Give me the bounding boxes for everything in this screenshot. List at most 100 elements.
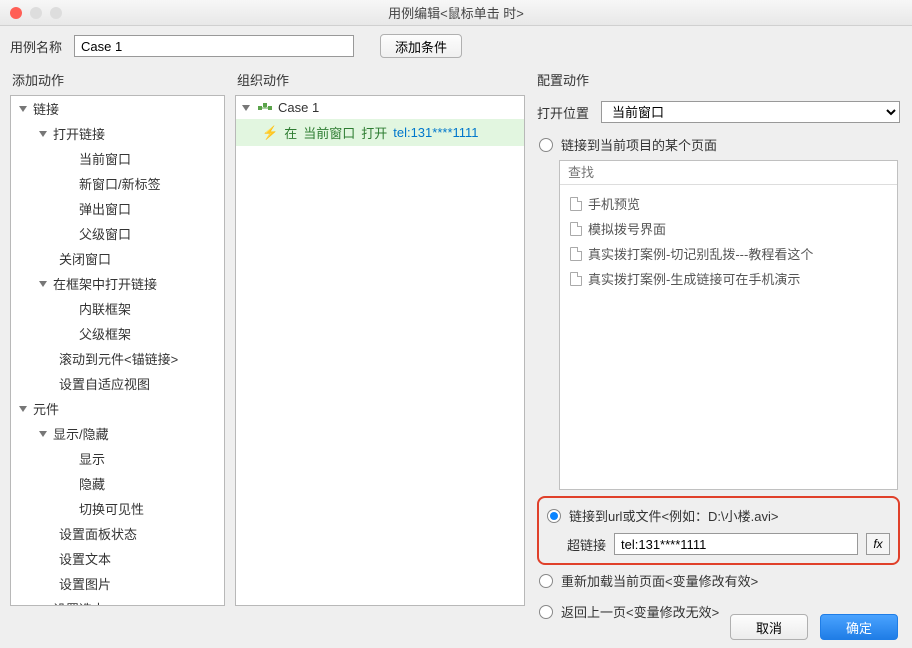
close-window-button[interactable]	[10, 7, 22, 19]
caret-down-icon	[19, 406, 27, 412]
pages-search-input[interactable]	[560, 161, 897, 185]
tree-item-scroll-anchor[interactable]: 滚动到元件<锚链接>	[11, 346, 224, 371]
radio-back-label: 返回上一页<变量修改无效>	[561, 602, 719, 621]
tree-item-set-image[interactable]: 设置图片	[11, 571, 224, 596]
fx-button[interactable]: fx	[866, 533, 890, 555]
tree-group-open-link[interactable]: 打开链接	[11, 121, 224, 146]
page-list[interactable]: 手机预览 模拟拨号界面 真实拨打案例-切记别乱拨---教程看这个 真实拨打案例-…	[560, 185, 897, 489]
open-location-select[interactable]: 当前窗口	[601, 101, 900, 123]
tree-label: 滚动到元件<锚链接>	[59, 349, 178, 368]
minimize-window-button[interactable]	[30, 7, 42, 19]
radio-link-url-label: 链接到url或文件<例如：D:\小楼.avi>	[569, 506, 778, 525]
radio-reload-label: 重新加载当前页面<变量修改有效>	[561, 571, 758, 590]
bolt-icon: ⚡	[262, 125, 278, 141]
page-item[interactable]: 真实拨打案例-切记别乱拨---教程看这个	[566, 241, 891, 266]
action-pre: 在	[284, 123, 297, 142]
tree-item-panel-state[interactable]: 设置面板状态	[11, 521, 224, 546]
page-item[interactable]: 真实拨打案例-生成链接可在手机演示	[566, 266, 891, 291]
tree-label: 链接	[33, 99, 59, 118]
page-item-label: 手机预览	[588, 194, 640, 213]
cancel-button[interactable]: 取消	[730, 614, 808, 640]
radio-link-page-label: 链接到当前项目的某个页面	[561, 135, 717, 154]
tree-label: 显示	[79, 449, 105, 468]
tree-group-links[interactable]: 链接	[11, 96, 224, 121]
page-item[interactable]: 手机预览	[566, 191, 891, 216]
caret-down-icon	[242, 105, 250, 111]
tree-item-close-window[interactable]: 关闭窗口	[11, 246, 224, 271]
page-icon	[570, 272, 582, 286]
tree-label: 父级窗口	[79, 224, 131, 243]
tree-group-open-in-frame[interactable]: 在框架中打开链接	[11, 271, 224, 296]
action-target: tel:131****1111	[393, 125, 478, 140]
page-icon	[570, 247, 582, 261]
tree-item-toggle-visibility[interactable]: 切换可见性	[11, 496, 224, 521]
tree-item-hide[interactable]: 隐藏	[11, 471, 224, 496]
radio-reload-row[interactable]: 重新加载当前页面<变量修改有效>	[535, 565, 902, 596]
action-where: 当前窗口	[303, 123, 355, 142]
tree-label: 当前窗口	[79, 149, 131, 168]
open-location-row: 打开位置 当前窗口	[535, 95, 902, 129]
organize-panel[interactable]: Case 1 ⚡ 在 当前窗口 打开 tel:131****1111	[235, 95, 525, 606]
radio-icon[interactable]	[539, 605, 553, 619]
radio-icon[interactable]	[539, 138, 553, 152]
caret-down-icon	[39, 131, 47, 137]
open-location-label: 打开位置	[537, 103, 593, 122]
right-panel-label: 配置动作	[535, 66, 902, 95]
action-row[interactable]: ⚡ 在 当前窗口 打开 tel:131****1111	[236, 119, 524, 146]
page-item[interactable]: 模拟拨号界面	[566, 216, 891, 241]
tree-item-adaptive-view[interactable]: 设置自适应视图	[11, 371, 224, 396]
tree-label: 新窗口/新标签	[79, 174, 161, 193]
tree-label: 打开链接	[53, 124, 105, 143]
add-condition-button[interactable]: 添加条件	[380, 34, 462, 58]
mid-panel-label: 组织动作	[235, 66, 525, 95]
page-icon	[570, 197, 582, 211]
tree-label: 父级框架	[79, 324, 131, 343]
action-verb: 打开	[361, 123, 387, 142]
case-icon	[258, 103, 272, 113]
tree-item-set-text[interactable]: 设置文本	[11, 546, 224, 571]
actions-tree[interactable]: 链接 打开链接 当前窗口 新窗口/新标签 弹出窗口 父级窗口 关闭窗口 在框架中…	[10, 95, 225, 606]
tree-label: 元件	[33, 399, 59, 418]
tree-label: 设置面板状态	[59, 524, 137, 543]
tree-item-new-window[interactable]: 新窗口/新标签	[11, 171, 224, 196]
tree-label: 内联框架	[79, 299, 131, 318]
tree-group-showhide[interactable]: 显示/隐藏	[11, 421, 224, 446]
tree-item-parent-frame[interactable]: 父级框架	[11, 321, 224, 346]
page-item-label: 真实拨打案例-切记别乱拨---教程看这个	[588, 244, 813, 263]
ok-button[interactable]: 确定	[820, 614, 898, 640]
radio-icon[interactable]	[539, 574, 553, 588]
hyperlink-row: 超链接 fx	[547, 533, 890, 555]
radio-link-page-row[interactable]: 链接到当前项目的某个页面	[535, 129, 902, 160]
tree-item-parent-window[interactable]: 父级窗口	[11, 221, 224, 246]
case-name-label: 用例名称	[10, 37, 62, 56]
zoom-window-button[interactable]	[50, 7, 62, 19]
tree-item-show[interactable]: 显示	[11, 446, 224, 471]
tree-label: 设置选中	[53, 599, 105, 606]
caret-down-icon	[39, 281, 47, 287]
tree-label: 隐藏	[79, 474, 105, 493]
radio-icon[interactable]	[547, 509, 561, 523]
window-controls	[0, 7, 62, 19]
pages-box: 手机预览 模拟拨号界面 真实拨打案例-切记别乱拨---教程看这个 真实拨打案例-…	[559, 160, 898, 490]
tree-label: 设置自适应视图	[59, 374, 150, 393]
tree-item-current-window[interactable]: 当前窗口	[11, 146, 224, 171]
case-name-input[interactable]	[74, 35, 354, 57]
page-item-label: 真实拨打案例-生成链接可在手机演示	[588, 269, 800, 288]
hyperlink-label: 超链接	[567, 535, 606, 554]
caret-down-icon	[39, 606, 47, 607]
page-item-label: 模拟拨号界面	[588, 219, 666, 238]
tree-label: 设置图片	[59, 574, 111, 593]
case-name: Case 1	[278, 100, 319, 115]
page-icon	[570, 222, 582, 236]
tree-item-popup-window[interactable]: 弹出窗口	[11, 196, 224, 221]
tree-label: 关闭窗口	[59, 249, 111, 268]
tree-group-widgets[interactable]: 元件	[11, 396, 224, 421]
radio-link-url-row[interactable]: 链接到url或文件<例如：D:\小楼.avi>	[547, 506, 890, 525]
left-panel-label: 添加动作	[10, 66, 225, 95]
tree-group-set-selected[interactable]: 设置选中	[11, 596, 224, 606]
tree-label: 设置文本	[59, 549, 111, 568]
tree-label: 显示/隐藏	[53, 424, 109, 443]
tree-item-inline-frame[interactable]: 内联框架	[11, 296, 224, 321]
case-row[interactable]: Case 1	[236, 96, 524, 119]
hyperlink-input[interactable]	[614, 533, 858, 555]
